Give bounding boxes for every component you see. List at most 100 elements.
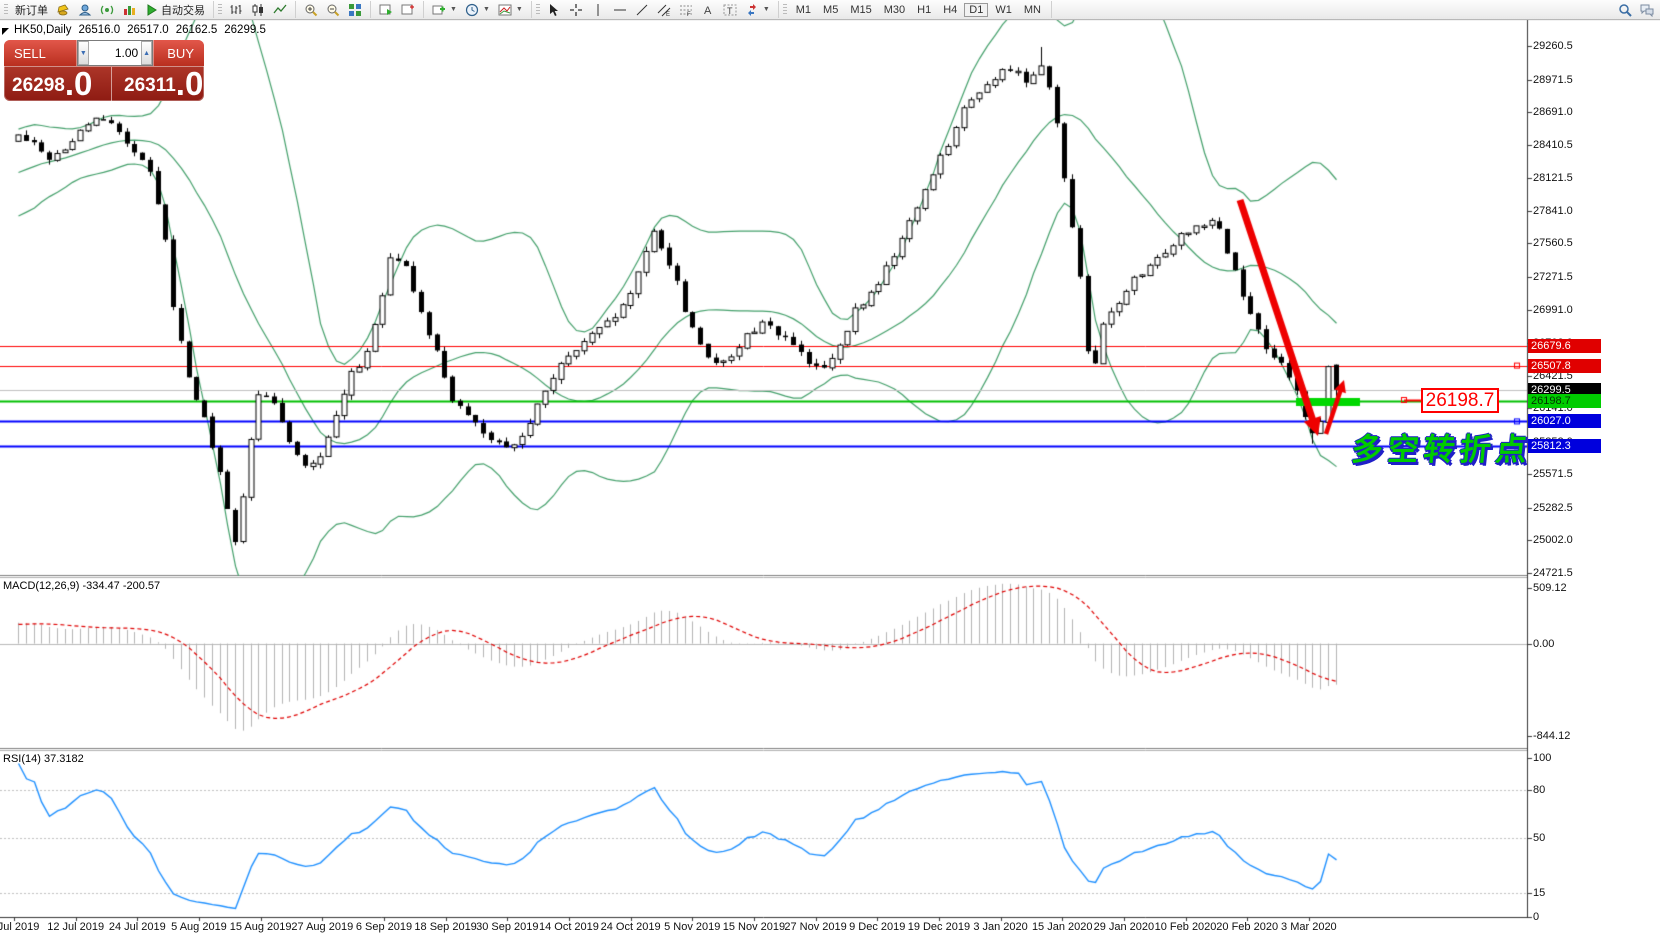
sell-price[interactable]: 26298.0 <box>4 67 112 101</box>
macd-label: MACD(12,26,9) -334.47 -200.57 <box>3 580 160 592</box>
axis-label: 26991.0 <box>1533 304 1573 316</box>
buy-price-big: .0 <box>176 69 204 99</box>
svg-text:F: F <box>687 12 691 17</box>
new-order-button[interactable]: 新订单 <box>11 1 52 19</box>
toolbar-right <box>1618 3 1660 17</box>
auto-trading-button[interactable]: 自动交易 <box>140 1 209 19</box>
date-label: 29 Jan 2020 <box>1094 921 1155 933</box>
date-label: 15 Jan 2020 <box>1032 921 1093 933</box>
axis-label: 0.00 <box>1533 638 1554 650</box>
timeframe-button-w1[interactable]: W1 <box>990 3 1017 17</box>
date-label: 15 Nov 2019 <box>723 921 785 933</box>
volume-up-button[interactable]: ▲ <box>141 41 152 65</box>
timeframe-button-m15[interactable]: M15 <box>845 3 876 17</box>
date-label: 30 Sep 2019 <box>476 921 538 933</box>
price-flag-annotation[interactable]: 26198.7 <box>1421 388 1499 413</box>
toolbar-group-chart-type <box>214 1 296 18</box>
date-label: 9 Dec 2019 <box>849 921 905 933</box>
axis-label: 27841.0 <box>1533 205 1573 217</box>
cursor-icon[interactable] <box>543 2 565 18</box>
timeframe-button-h1[interactable]: H1 <box>912 3 936 17</box>
date-label: 18 Sep 2019 <box>414 921 476 933</box>
date-label: 24 Oct 2019 <box>601 921 661 933</box>
toolbar-grip[interactable] <box>783 4 787 16</box>
layouts-icon[interactable] <box>52 2 74 18</box>
axis-label: 25571.5 <box>1533 468 1573 480</box>
zoom-in-icon[interactable] <box>300 2 322 18</box>
crosshair-icon[interactable] <box>565 2 587 18</box>
search-icon[interactable] <box>1618 3 1632 17</box>
toolbar-grip[interactable] <box>4 4 8 16</box>
toolbar-grip[interactable] <box>536 4 540 16</box>
horizontal-line-icon[interactable] <box>609 2 631 18</box>
volume-control: ▼ ▲ <box>77 40 153 66</box>
toolbar-group-trading: 新订单 自动交易 <box>0 1 214 18</box>
buy-price-main: 26311 <box>124 73 176 99</box>
toolbar-group-arrange <box>371 1 424 18</box>
axis-label: 28121.5 <box>1533 172 1573 184</box>
date-label: 3 Jul 2019 <box>0 921 39 933</box>
one-click-trading-widget: SELL ▼ ▲ BUY 26298.0 26311.0 <box>4 40 204 101</box>
trading-terminal-window: 新订单 自动交易 <box>0 0 1660 940</box>
rsi-label: RSI(14) 37.3182 <box>3 753 84 765</box>
date-label: 6 Sep 2019 <box>356 921 412 933</box>
axis-label: 50 <box>1533 832 1545 844</box>
chart-canvas[interactable] <box>0 0 1660 940</box>
timeframe-group: M1M5M15M30H1H4D1W1MN <box>779 1 1052 18</box>
candlestick-chart-icon[interactable] <box>247 2 269 18</box>
trade-prices-row: 26298.0 26311.0 <box>4 67 204 101</box>
timeframe-button-mn[interactable]: MN <box>1019 3 1046 17</box>
low-value: 26162.5 <box>176 24 218 36</box>
line-chart-icon[interactable] <box>269 2 291 18</box>
text-label-icon[interactable]: T <box>719 2 741 18</box>
price-badge: 26198.7 <box>1528 394 1601 408</box>
date-label: 12 Jul 2019 <box>47 921 104 933</box>
bar-chart-icon[interactable] <box>225 2 247 18</box>
funnel-icon <box>56 3 70 17</box>
axis-label: 80 <box>1533 784 1545 796</box>
sell-button[interactable]: SELL <box>4 40 77 66</box>
buy-price[interactable]: 26311.0 <box>112 67 204 101</box>
toolbar-grip[interactable] <box>218 4 222 16</box>
axis-label: 28410.5 <box>1533 139 1573 151</box>
date-label: 5 Aug 2019 <box>171 921 227 933</box>
vertical-line-icon[interactable] <box>587 2 609 18</box>
trendline-icon[interactable] <box>631 2 653 18</box>
date-label: 5 Nov 2019 <box>664 921 720 933</box>
toolbar-group-zoom <box>296 1 371 18</box>
timeframe-button-d1[interactable]: D1 <box>964 3 988 17</box>
signals-icon[interactable] <box>96 2 118 18</box>
timeframe-button-h4[interactable]: H4 <box>938 3 962 17</box>
timeframe-button-m30[interactable]: M30 <box>879 3 910 17</box>
support-icon[interactable] <box>74 2 96 18</box>
symbol-period-label: HK50,Daily <box>14 24 72 36</box>
date-label: 3 Jan 2020 <box>973 921 1027 933</box>
chart-marker-icon <box>2 28 9 35</box>
zoom-out-icon[interactable] <box>322 2 344 18</box>
timeframe-button-m5[interactable]: M5 <box>818 3 843 17</box>
turning-point-annotation[interactable]: 多空转折点 <box>1350 424 1535 469</box>
volume-down-button[interactable]: ▼ <box>78 41 89 65</box>
market-icon[interactable] <box>118 2 140 18</box>
buy-button[interactable]: BUY <box>153 40 204 66</box>
chart-shift-icon[interactable] <box>397 2 419 18</box>
fibonacci-icon[interactable]: F <box>675 2 697 18</box>
text-icon[interactable]: A <box>697 2 719 18</box>
axis-label: 25002.0 <box>1533 534 1573 546</box>
volume-input[interactable] <box>89 41 141 65</box>
svg-text:E: E <box>666 12 670 17</box>
arrows-icon[interactable]: ▼ <box>741 2 774 18</box>
chat-icon[interactable] <box>1640 3 1654 17</box>
tile-windows-icon[interactable] <box>344 2 366 18</box>
sell-price-big: .0 <box>65 69 93 99</box>
timeframe-button-m1[interactable]: M1 <box>791 3 816 17</box>
sell-price-main: 26298 <box>12 73 65 99</box>
auto-arrange-icon[interactable] <box>375 2 397 18</box>
indicators-icon[interactable]: ▼ <box>428 2 461 18</box>
periods-icon[interactable]: ▼ <box>461 2 494 18</box>
templates-icon[interactable]: ▼ <box>494 2 527 18</box>
svg-text:T: T <box>727 6 733 16</box>
toolbar-group-objects: E F A T ▼ <box>532 1 779 18</box>
channel-icon[interactable]: E <box>653 2 675 18</box>
date-label: 24 Jul 2019 <box>109 921 166 933</box>
